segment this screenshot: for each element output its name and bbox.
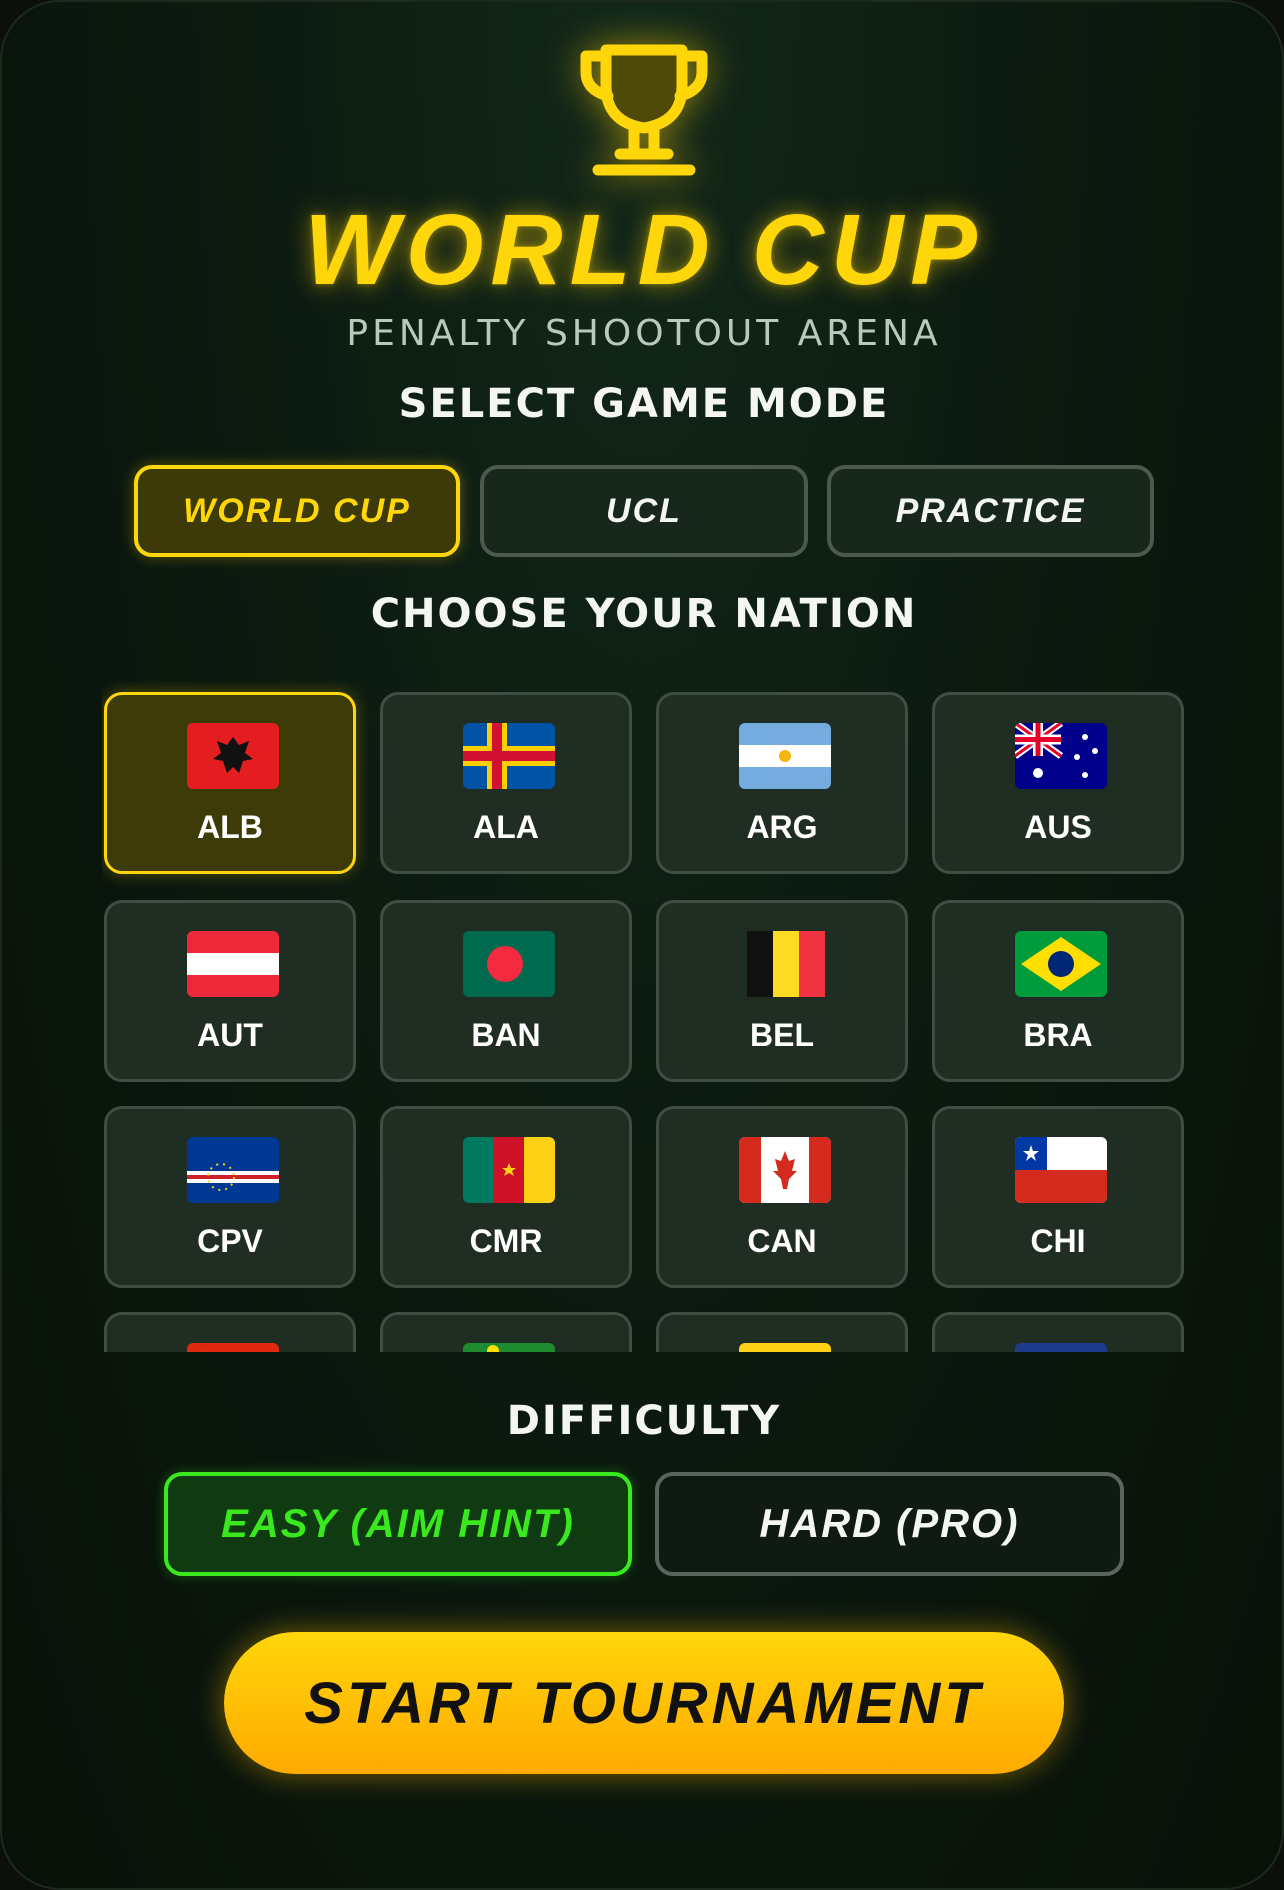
nation-card-alb[interactable]: ALB [104,692,356,874]
nation-code: BEL [750,1017,814,1053]
argentina-flag-icon [739,723,831,789]
nation-code: ALB [197,809,263,845]
nation-grid[interactable]: ALB ALA ARG AUS AUT BAN BEL BRA CPV CMR … [102,682,1192,1352]
china-flag-icon [187,1343,279,1352]
trophy-icon [580,44,708,176]
mode-ucl-button[interactable]: UCL [480,465,808,557]
yellow-flag-icon [739,1343,831,1352]
nation-code: ALA [473,809,539,845]
mode-practice-button[interactable]: PRACTICE [827,465,1154,557]
game-mode-heading: SELECT GAME MODE [398,381,890,427]
nation-code: CAN [747,1223,817,1259]
austria-flag-icon [187,931,279,997]
nation-card-arg[interactable]: ARG [656,692,908,874]
mode-practice-label: PRACTICE [895,491,1086,530]
blue-flag-icon [1015,1343,1107,1352]
nation-card-bra[interactable]: BRA [932,900,1184,1082]
nation-code: ARG [746,809,818,845]
nation-code: AUS [1024,809,1092,845]
difficulty-easy-label: EASY (AIM HINT) [221,1501,575,1546]
albania-flag-icon [187,723,279,789]
nation-card-partial[interactable] [104,1312,356,1352]
start-tournament-label: START TOURNAMENT [304,1670,984,1736]
game-subtitle: PENALTY SHOOTOUT ARENA [346,313,942,354]
nation-card-partial[interactable] [380,1312,632,1352]
mode-world-cup-button[interactable]: WORLD CUP [134,465,460,557]
nation-card-ban[interactable]: BAN [380,900,632,1082]
canada-flag-icon [739,1137,831,1203]
nation-card-cmr[interactable]: CMR [380,1106,632,1288]
nation-code: BRA [1023,1017,1093,1053]
nation-heading: CHOOSE YOUR NATION [370,591,918,637]
nation-card-aus[interactable]: AUS [932,692,1184,874]
difficulty-heading: DIFFICULTY [506,1398,782,1444]
nation-code: CPV [197,1223,263,1259]
cameroon-flag-icon [463,1137,555,1203]
nation-card-partial[interactable] [656,1312,908,1352]
nation-card-aut[interactable]: AUT [104,900,356,1082]
nation-card-partial[interactable] [932,1312,1184,1352]
nation-code: BAN [471,1017,541,1053]
nation-code: AUT [197,1017,263,1053]
difficulty-hard-label: HARD (PRO) [759,1501,1020,1546]
belgium-flag-icon [747,931,825,997]
game-title: WORLD CUP [304,194,984,306]
nation-card-ala[interactable]: ALA [380,692,632,874]
nation-code: CHI [1030,1223,1086,1259]
nation-card-chi[interactable]: CHI [932,1106,1184,1288]
nation-card-bel[interactable]: BEL [656,900,908,1082]
cape-verde-flag-icon [187,1137,279,1203]
difficulty-easy-button[interactable]: EASY (AIM HINT) [164,1472,632,1576]
green-flag-icon [463,1343,555,1352]
chile-flag-icon [1015,1137,1107,1203]
difficulty-hard-button[interactable]: HARD (PRO) [655,1472,1124,1576]
bangladesh-flag-icon [463,931,555,997]
mode-world-cup-label: WORLD CUP [183,491,411,530]
brazil-flag-icon [1015,931,1107,997]
menu-panel: WORLD CUP PENALTY SHOOTOUT ARENA SELECT … [0,0,1284,1890]
start-tournament-button[interactable]: START TOURNAMENT [224,1632,1064,1774]
australia-flag-icon [1015,723,1107,789]
nation-card-cpv[interactable]: CPV [104,1106,356,1288]
nation-code: CMR [469,1223,543,1259]
mode-ucl-label: UCL [606,491,682,530]
aland-flag-icon [463,723,555,789]
nation-card-can[interactable]: CAN [656,1106,908,1288]
